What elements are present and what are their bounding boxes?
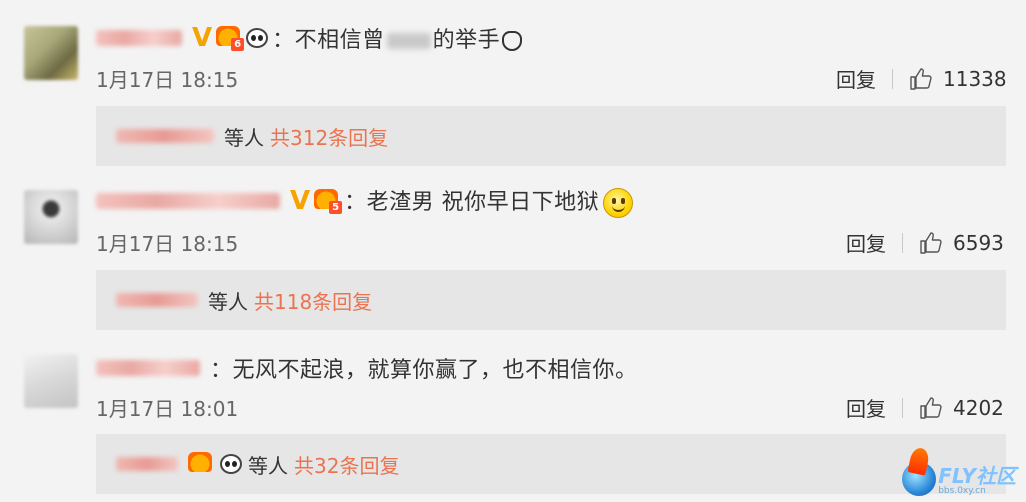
username[interactable] <box>96 360 200 376</box>
reply-summary[interactable]: 等人 共32条回复 <box>96 434 1006 494</box>
thumbs-up-icon[interactable] <box>919 231 943 255</box>
divider <box>892 68 893 89</box>
watermark-url: bbs.0xy.cn <box>938 486 986 496</box>
panda-emoji-icon <box>246 28 269 48</box>
username[interactable] <box>96 193 280 209</box>
site-watermark: FLY社区 bbs.0xy.cn <box>902 462 1016 496</box>
hand-emoji-icon <box>502 31 523 51</box>
watermark-title: FLY社区 <box>938 464 1016 488</box>
reply-button[interactable]: 回复 <box>836 64 876 93</box>
reply-username[interactable] <box>116 293 198 307</box>
reply-etc: 等人 <box>248 453 288 478</box>
like-count: 4202 <box>953 395 1004 420</box>
reply-username[interactable] <box>116 129 214 143</box>
fly-logo-icon <box>902 462 937 496</box>
reply-total-link[interactable]: 共312条回复 <box>270 122 388 151</box>
reply-username[interactable] <box>116 457 178 471</box>
thumbs-up-icon[interactable] <box>909 67 933 91</box>
like-count: 6593 <box>953 230 1004 255</box>
reply-total-link[interactable]: 共32条回复 <box>294 450 399 479</box>
comment-time: 1月17日 18:15 <box>96 232 239 256</box>
divider <box>902 397 903 418</box>
redacted-name <box>386 33 431 49</box>
reply-total-link[interactable]: 共118条回复 <box>254 286 372 315</box>
thumbs-up-icon[interactable] <box>919 396 943 420</box>
comment-text: ：无风不起浪，就算你赢了，也不相信你。 <box>210 358 638 383</box>
avatar[interactable] <box>24 26 78 80</box>
reply-etc: 等人 <box>224 125 264 150</box>
comment-text: ：不相信曾 的举手 <box>272 22 523 54</box>
verified-v-icon: V <box>192 23 213 53</box>
verified-v-icon: V <box>290 186 311 216</box>
level-badge-icon <box>188 452 214 476</box>
reply-summary[interactable]: 等人 共312条回复 <box>96 106 1006 166</box>
level-badge-icon: 6 <box>216 26 245 51</box>
level-badge-icon: 5 <box>314 189 343 214</box>
comment-text: ：老渣男 祝你早日下地狱 <box>344 184 634 218</box>
smile-emoji-icon <box>603 188 634 218</box>
like-count: 11338 <box>943 66 1007 91</box>
comment-time: 1月17日 18:01 <box>96 397 239 421</box>
comment-time: 1月17日 18:15 <box>96 68 239 92</box>
reply-summary[interactable]: 等人 共118条回复 <box>96 270 1006 330</box>
divider <box>902 232 903 253</box>
avatar[interactable] <box>24 354 78 408</box>
reply-button[interactable]: 回复 <box>846 228 886 257</box>
reply-button[interactable]: 回复 <box>846 393 886 422</box>
panda-emoji-icon <box>220 454 242 474</box>
avatar[interactable] <box>24 190 78 244</box>
reply-etc: 等人 <box>208 289 248 314</box>
username[interactable] <box>96 30 182 46</box>
